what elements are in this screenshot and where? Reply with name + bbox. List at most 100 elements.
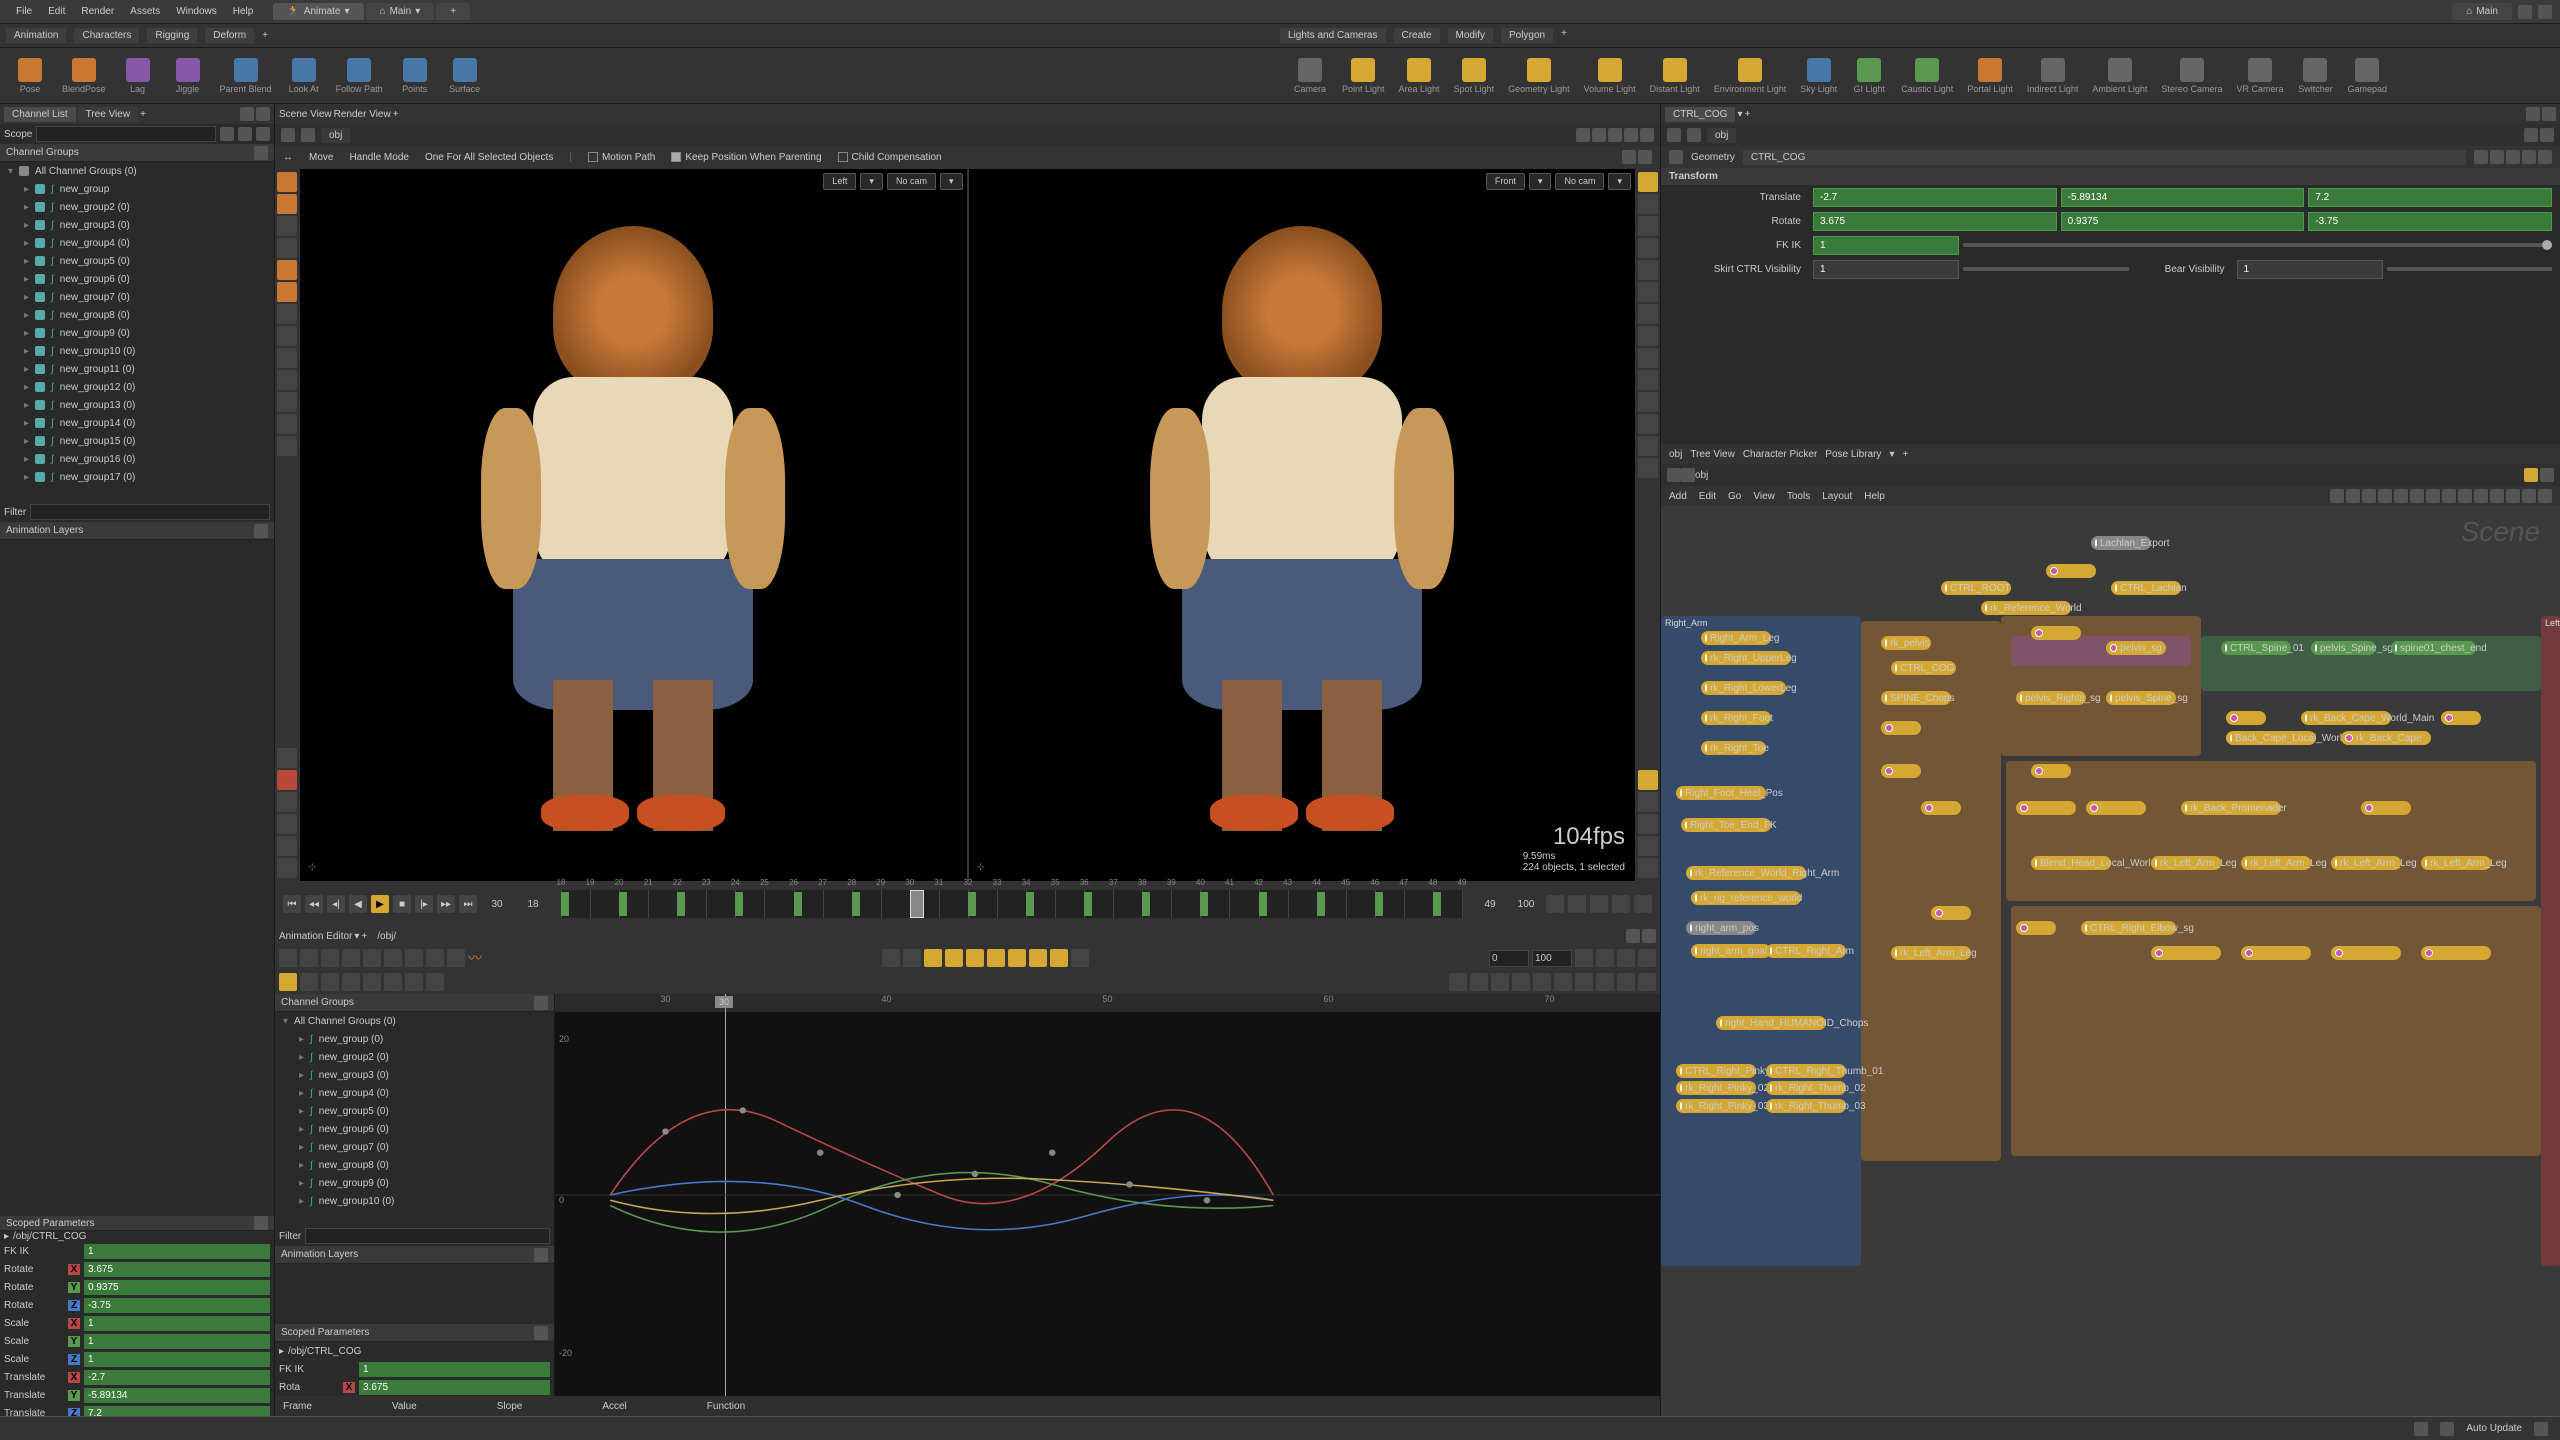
tree-item[interactable]: ▸∫new_group9 (0) — [275, 1174, 554, 1192]
move-tool[interactable] — [277, 194, 297, 214]
scoped-node[interactable]: /obj/CTRL_COG — [13, 1231, 86, 1242]
tab-render-view[interactable]: Render View — [334, 109, 391, 120]
node[interactable] — [2031, 626, 2081, 640]
prev-key-btn[interactable]: ◂◂ — [305, 895, 323, 913]
node[interactable]: Right_Toe_End_FK — [1681, 818, 1771, 832]
node[interactable]: rk_Right_UpperLeg — [1701, 651, 1791, 665]
disp-tool-b4[interactable] — [1638, 836, 1658, 856]
tree-item[interactable]: ▸∫new_group5 (0) — [0, 252, 274, 270]
node[interactable]: Lachlan_Export — [2091, 536, 2151, 550]
disp-tool-5[interactable] — [1638, 260, 1658, 280]
node[interactable] — [2086, 801, 2146, 815]
tab-add[interactable]: + — [140, 109, 146, 120]
node[interactable]: Back_Cape_Local_World — [2226, 731, 2316, 745]
tool-5[interactable] — [277, 282, 297, 302]
range-start[interactable] — [1489, 950, 1529, 967]
vp-icon[interactable] — [1592, 128, 1606, 142]
node-region[interactable] — [2011, 906, 2541, 1156]
tool-Caustic Light[interactable]: Caustic Light — [1897, 56, 1957, 96]
first-frame-btn[interactable]: ⏮ — [283, 895, 301, 913]
tree-item[interactable]: ▸∫new_group — [0, 180, 274, 198]
node[interactable] — [2421, 946, 2491, 960]
node[interactable] — [1881, 764, 1921, 778]
tool-Indirect Light[interactable]: Indirect Light — [2023, 56, 2083, 96]
tl-opt-5[interactable] — [1634, 895, 1652, 913]
disp-tool-b3[interactable] — [1638, 814, 1658, 834]
node[interactable]: right_arm_pos — [1686, 921, 1756, 935]
tree-item[interactable]: ▸∫new_group16 (0) — [0, 450, 274, 468]
tool-Volume Light[interactable]: Volume Light — [1580, 56, 1640, 96]
tool-Stereo Camera[interactable]: Stereo Camera — [2157, 56, 2226, 96]
gp-filter[interactable] — [305, 1228, 550, 1244]
np-menu-Go[interactable]: Go — [1728, 491, 1741, 502]
tree-item[interactable]: ▸∫new_group7 (0) — [275, 1138, 554, 1156]
tool-11[interactable] — [277, 414, 297, 434]
gear-icon[interactable] — [534, 996, 548, 1010]
tool-6[interactable] — [277, 304, 297, 324]
sb-icon[interactable] — [2534, 1422, 2548, 1436]
node[interactable] — [2031, 764, 2071, 778]
slider[interactable] — [1963, 243, 2552, 247]
node[interactable]: CTRL_ROOT — [1941, 581, 2011, 595]
np-tab-pose[interactable]: Pose Library — [1825, 449, 1881, 460]
auto-update-toggle[interactable]: Auto Update — [2466, 1423, 2522, 1434]
node[interactable] — [2046, 564, 2096, 578]
tool-Pose[interactable]: Pose — [8, 56, 52, 96]
tree-item[interactable]: ▸∫new_group2 (0) — [0, 198, 274, 216]
vp-opt-icon[interactable] — [1638, 150, 1652, 164]
tool-7[interactable] — [277, 326, 297, 346]
node[interactable]: rk_Reference_World — [1981, 601, 2071, 615]
node[interactable]: rk_Right_Toe — [1701, 741, 1766, 755]
desktop-tab-main-right[interactable]: ⌂Main — [2452, 3, 2512, 20]
node[interactable]: CTRL_Right_Thumb_01 — [1766, 1064, 1846, 1078]
disp-tool-10[interactable] — [1638, 370, 1658, 390]
disp-tool-b1[interactable] — [1638, 770, 1658, 790]
shelf-tab-rigging[interactable]: Rigging — [147, 28, 197, 43]
tree-item[interactable]: ▸∫new_group11 (0) — [0, 360, 274, 378]
np-menu-Edit[interactable]: Edit — [1699, 491, 1716, 502]
disp-tool-b2[interactable] — [1638, 792, 1658, 812]
no-cam-btn[interactable]: No cam — [1555, 173, 1604, 190]
tree-item[interactable]: ▸∫new_group6 (0) — [275, 1120, 554, 1138]
gear-icon[interactable] — [254, 1216, 268, 1230]
np-tab-tree[interactable]: Tree View — [1690, 449, 1734, 460]
viewport-left[interactable]: Left▾ No cam▾ ⊹ — [299, 168, 968, 882]
node[interactable]: pelvis_Spine_sg — [2311, 641, 2376, 655]
shelf-tab-modify[interactable]: Modify — [1448, 28, 1493, 43]
curve-icon[interactable]: 〰 — [468, 948, 482, 968]
back-icon[interactable] — [281, 128, 295, 142]
node[interactable]: rk_Right_Pinky_02 — [1676, 1081, 1756, 1095]
back-icon[interactable] — [1667, 128, 1681, 142]
filter-input[interactable] — [30, 504, 270, 520]
scope-icon2[interactable] — [238, 127, 252, 141]
help-icon[interactable] — [2538, 5, 2552, 19]
home-icon[interactable] — [301, 128, 315, 142]
menu-assets[interactable]: Assets — [122, 2, 168, 21]
tool-Ambient Light[interactable]: Ambient Light — [2088, 56, 2151, 96]
disp-tool-2[interactable] — [1638, 194, 1658, 214]
scoped-param[interactable]: ScaleY1 — [0, 1332, 274, 1350]
node[interactable]: rk_Right_Foot — [1701, 711, 1771, 725]
home-icon[interactable] — [1687, 128, 1701, 142]
tl-opt-3[interactable] — [1590, 895, 1608, 913]
tool-Camera[interactable]: Camera — [1288, 56, 1332, 96]
gear-icon[interactable] — [254, 146, 268, 160]
pose-tool[interactable] — [277, 260, 297, 280]
disp-tool-6[interactable] — [1638, 282, 1658, 302]
pin-icon[interactable] — [240, 107, 254, 121]
shelf-tab-polygon[interactable]: Polygon — [1501, 28, 1553, 43]
node[interactable]: SPINE_Chops — [1881, 691, 1951, 705]
menu-file[interactable]: File — [8, 2, 40, 21]
menu-render[interactable]: Render — [73, 2, 122, 21]
np-menu-Help[interactable]: Help — [1864, 491, 1885, 502]
np-menu-View[interactable]: View — [1753, 491, 1775, 502]
node[interactable]: Blend_Head_Local_World — [2031, 856, 2111, 870]
shelf-tab-add-r[interactable]: + — [1561, 28, 1567, 43]
disp-tool-8[interactable] — [1638, 326, 1658, 346]
node[interactable]: CTRL_Right_Pinky_01 — [1676, 1064, 1756, 1078]
node[interactable]: CTRL_Spine_01 — [2221, 641, 2291, 655]
node-region[interactable]: Left_Leg — [2541, 616, 2560, 1266]
tree-item[interactable]: ▸∫new_group10 (0) — [275, 1192, 554, 1210]
node[interactable] — [2151, 946, 2221, 960]
child-comp-check[interactable] — [838, 152, 848, 162]
